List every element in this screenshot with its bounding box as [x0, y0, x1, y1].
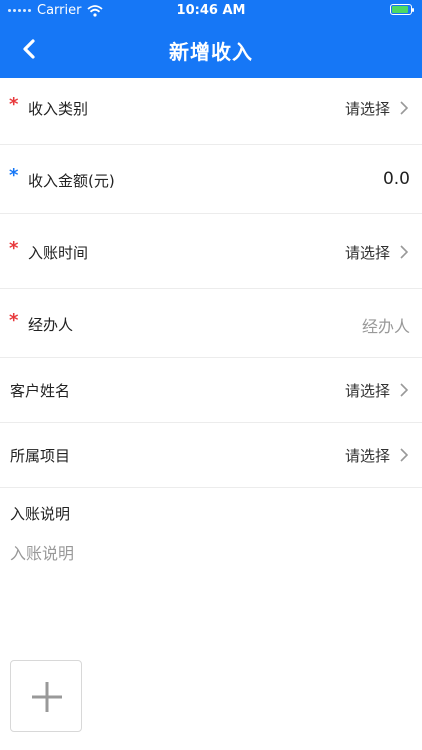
chevron-right-icon: [400, 383, 408, 397]
entry-time-row[interactable]: * 入账时间 请选择: [0, 214, 422, 289]
battery-icon: [390, 4, 414, 15]
chevron-right-icon: [400, 101, 408, 115]
page-title: 新增收入: [169, 40, 253, 64]
chevron-right-icon: [400, 245, 408, 259]
plus-icon: [32, 682, 62, 712]
entry-time-value: 请选择: [344, 244, 390, 262]
customer-name-row[interactable]: 客户姓名 请选择: [0, 358, 422, 423]
customer-name-value: 请选择: [344, 382, 390, 400]
handler-label: 经办人: [28, 316, 74, 334]
add-attachment-button[interactable]: [10, 660, 82, 732]
income-amount-input[interactable]: 0.0: [383, 169, 410, 189]
project-row[interactable]: 所属项目 请选择: [0, 423, 422, 488]
customer-name-label: 客户姓名: [10, 382, 71, 400]
status-bar: Carrier 10:46 AM: [0, 0, 422, 22]
description-input[interactable]: 入账说明: [10, 540, 410, 620]
navigation-bar: 新增收入: [0, 22, 422, 78]
income-category-row[interactable]: * 收入类别 请选择: [0, 78, 422, 145]
header: Carrier 10:46 AM 新增收入: [0, 0, 422, 78]
project-value: 请选择: [344, 447, 390, 465]
status-time: 10:46 AM: [176, 3, 246, 18]
income-category-value: 请选择: [344, 100, 390, 118]
handler-row[interactable]: * 经办人 经办人: [0, 289, 422, 358]
required-star: *: [9, 165, 19, 186]
income-category-label: 收入类别: [28, 100, 89, 118]
required-star: *: [9, 238, 19, 259]
income-amount-row[interactable]: * 收入金额(元) 0.0: [0, 145, 422, 214]
entry-time-label: 入账时间: [28, 244, 89, 262]
income-amount-label: 收入金额(元): [28, 172, 115, 190]
required-star: *: [9, 310, 19, 331]
handler-input[interactable]: 经办人: [362, 313, 410, 337]
description-label: 入账说明: [10, 505, 71, 523]
project-label: 所属项目: [10, 447, 71, 465]
chevron-right-icon: [400, 448, 408, 462]
required-star: *: [9, 94, 19, 115]
